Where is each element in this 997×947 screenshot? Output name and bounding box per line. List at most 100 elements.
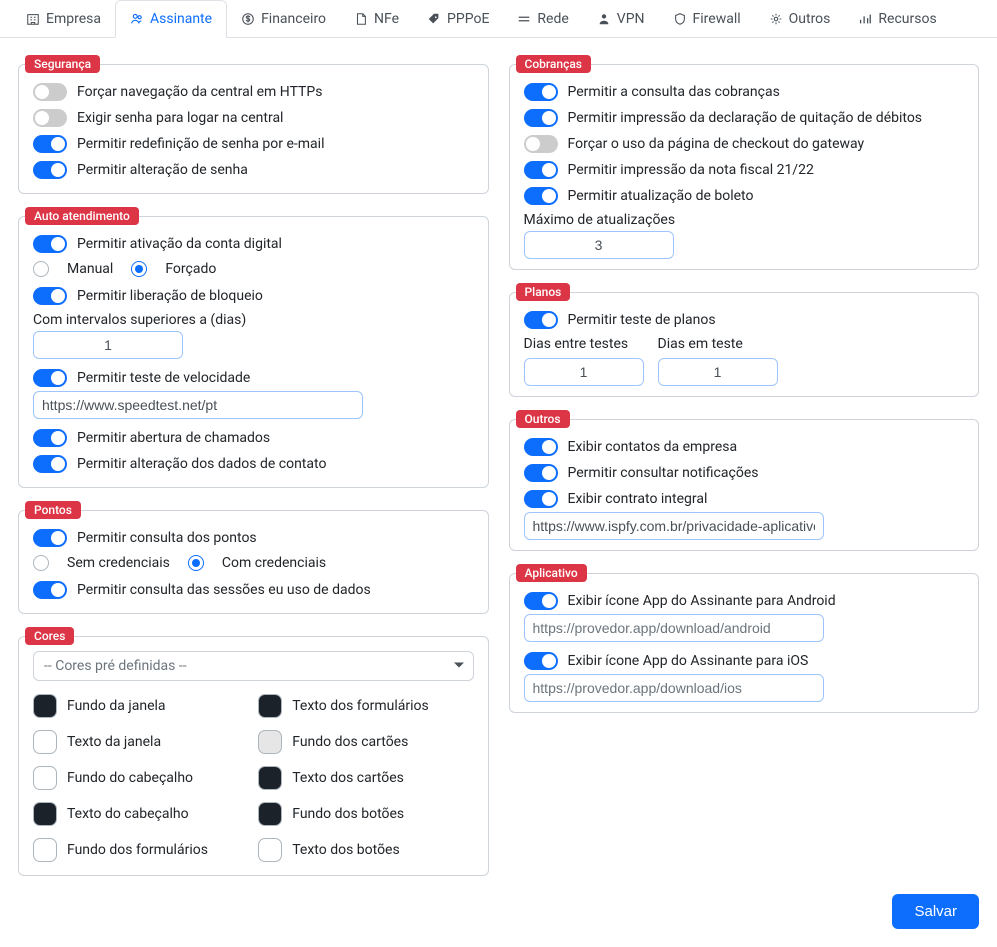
toggle-planos-teste[interactable] bbox=[524, 311, 558, 329]
label: Permitir alteração dos dados de contato bbox=[77, 456, 326, 472]
label: Forçar o uso da página de checkout do ga… bbox=[568, 136, 865, 152]
privacidade-url-input[interactable] bbox=[524, 512, 824, 540]
toggle-alt-contato[interactable] bbox=[33, 455, 67, 473]
label: Manual bbox=[67, 261, 113, 277]
color-label: Texto dos botões bbox=[292, 842, 399, 858]
label: Permitir impressão da nota fiscal 21/22 bbox=[568, 162, 814, 178]
toggle-teste-vel[interactable] bbox=[33, 369, 67, 387]
tab-empresa[interactable]: Empresa bbox=[12, 0, 115, 37]
color-swatch[interactable] bbox=[258, 730, 282, 754]
intervalos-label: Com intervalos superiores a (dias) bbox=[33, 309, 474, 331]
cores-select[interactable]: -- Cores pré definidas -- bbox=[33, 651, 474, 681]
color-item: Texto dos botões bbox=[258, 835, 473, 865]
tab-financeiro[interactable]: Financeiro bbox=[227, 0, 340, 37]
ios-url-input[interactable] bbox=[524, 674, 824, 702]
toggle-cobr-impressao[interactable] bbox=[524, 109, 558, 127]
toggle-outros-notif[interactable] bbox=[524, 464, 558, 482]
dias-teste-input[interactable] bbox=[658, 358, 778, 386]
max-atualizacoes-input[interactable] bbox=[524, 231, 674, 259]
color-swatch[interactable] bbox=[258, 802, 282, 826]
color-swatch[interactable] bbox=[258, 694, 282, 718]
file-icon bbox=[354, 12, 368, 26]
tag-icon bbox=[427, 12, 441, 26]
panel-title: Cobranças bbox=[516, 55, 591, 73]
color-item: Fundo da janela bbox=[33, 691, 248, 721]
dias-entre-input[interactable] bbox=[524, 358, 644, 386]
tab-vpn[interactable]: VPN bbox=[583, 0, 659, 37]
toggle-pontos-consulta[interactable] bbox=[33, 529, 67, 547]
label: Sem credenciais bbox=[67, 555, 170, 571]
toggle-ativacao[interactable] bbox=[33, 235, 67, 253]
label: Permitir consultar notificações bbox=[568, 465, 759, 481]
save-button[interactable]: Salvar bbox=[892, 894, 979, 929]
panel-title: Outros bbox=[516, 410, 570, 428]
color-item: Texto dos cartões bbox=[258, 763, 473, 793]
color-swatch[interactable] bbox=[33, 694, 57, 718]
toggle-outros-contatos[interactable] bbox=[524, 438, 558, 456]
label: Permitir consulta dos pontos bbox=[77, 530, 257, 546]
user-icon bbox=[597, 12, 611, 26]
radio-com-cred[interactable] bbox=[188, 555, 204, 571]
color-item: Texto dos formulários bbox=[258, 691, 473, 721]
radio-forcado[interactable] bbox=[131, 261, 147, 277]
label: Permitir liberação de bloqueio bbox=[77, 288, 263, 304]
tab-firewall[interactable]: Firewall bbox=[659, 0, 755, 37]
toggle-senha-logar[interactable] bbox=[33, 109, 67, 127]
label: Permitir a consulta das cobranças bbox=[568, 84, 780, 100]
tab-assinante[interactable]: Assinante bbox=[115, 0, 227, 38]
label: Exigir senha para logar na central bbox=[77, 110, 283, 126]
toggle-app-ios[interactable] bbox=[524, 652, 558, 670]
panel-pontos: Pontos Permitir consulta dos pontos Sem … bbox=[18, 510, 489, 614]
label: Permitir abertura de chamados bbox=[77, 430, 270, 446]
color-swatch[interactable] bbox=[33, 802, 57, 826]
tab-outros[interactable]: Outros bbox=[755, 0, 845, 37]
panel-cores: Cores -- Cores pré definidas -- Fundo da… bbox=[18, 636, 489, 876]
speedtest-url-input[interactable] bbox=[33, 391, 363, 419]
panel-cobrancas: Cobranças Permitir a consulta das cobran… bbox=[509, 64, 980, 270]
tab-nfe[interactable]: NFe bbox=[340, 0, 413, 37]
radio-sem-cred[interactable] bbox=[33, 555, 49, 571]
label: Permitir impressão da declaração de quit… bbox=[568, 110, 923, 126]
tab-bar: Empresa Assinante Financeiro NFe PPPoE R… bbox=[0, 0, 997, 38]
panel-title: Auto atendimento bbox=[25, 207, 139, 225]
toggle-cobr-consulta[interactable] bbox=[524, 83, 558, 101]
label: Permitir atualização de boleto bbox=[568, 188, 754, 204]
color-swatch[interactable] bbox=[33, 838, 57, 862]
panel-seguranca: Segurança Forçar navegação da central em… bbox=[18, 64, 489, 194]
toggle-chamados[interactable] bbox=[33, 429, 67, 447]
toggle-cobr-boleto[interactable] bbox=[524, 187, 558, 205]
dias-teste-label: Dias em teste bbox=[658, 333, 778, 355]
toggle-sessoes[interactable] bbox=[33, 581, 67, 599]
color-swatch[interactable] bbox=[33, 730, 57, 754]
color-label: Fundo dos cartões bbox=[292, 734, 408, 750]
label: Permitir ativação da conta digital bbox=[77, 236, 282, 252]
toggle-app-android[interactable] bbox=[524, 592, 558, 610]
toggle-cobr-checkout[interactable] bbox=[524, 135, 558, 153]
toggle-liberacao[interactable] bbox=[33, 287, 67, 305]
label: Permitir teste de velocidade bbox=[77, 370, 250, 386]
toggle-outros-contrato[interactable] bbox=[524, 490, 558, 508]
toggle-https[interactable] bbox=[33, 83, 67, 101]
tab-recursos[interactable]: Recursos bbox=[844, 0, 950, 37]
color-swatch[interactable] bbox=[33, 766, 57, 790]
color-item: Texto do cabeçalho bbox=[33, 799, 248, 829]
color-label: Fundo dos botões bbox=[292, 806, 404, 822]
gear-icon bbox=[769, 12, 783, 26]
toggle-alt-senha[interactable] bbox=[33, 161, 67, 179]
users-icon bbox=[130, 12, 144, 26]
android-url-input[interactable] bbox=[524, 614, 824, 642]
max-label: Máximo de atualizações bbox=[524, 209, 965, 231]
panel-outros: Outros Exibir contatos da empresa Permit… bbox=[509, 419, 980, 551]
label: Forçar navegação da central em HTTPs bbox=[77, 84, 322, 100]
toggle-senha-email[interactable] bbox=[33, 135, 67, 153]
color-swatch[interactable] bbox=[258, 766, 282, 790]
tab-rede[interactable]: Rede bbox=[503, 0, 582, 37]
color-swatch[interactable] bbox=[258, 838, 282, 862]
tab-pppoe[interactable]: PPPoE bbox=[413, 0, 503, 37]
intervalos-input[interactable] bbox=[33, 331, 183, 359]
color-label: Texto dos formulários bbox=[292, 698, 429, 714]
toggle-cobr-nf[interactable] bbox=[524, 161, 558, 179]
label: Permitir redefinição de senha por e-mail bbox=[77, 136, 324, 152]
color-item: Texto da janela bbox=[33, 727, 248, 757]
radio-manual[interactable] bbox=[33, 261, 49, 277]
